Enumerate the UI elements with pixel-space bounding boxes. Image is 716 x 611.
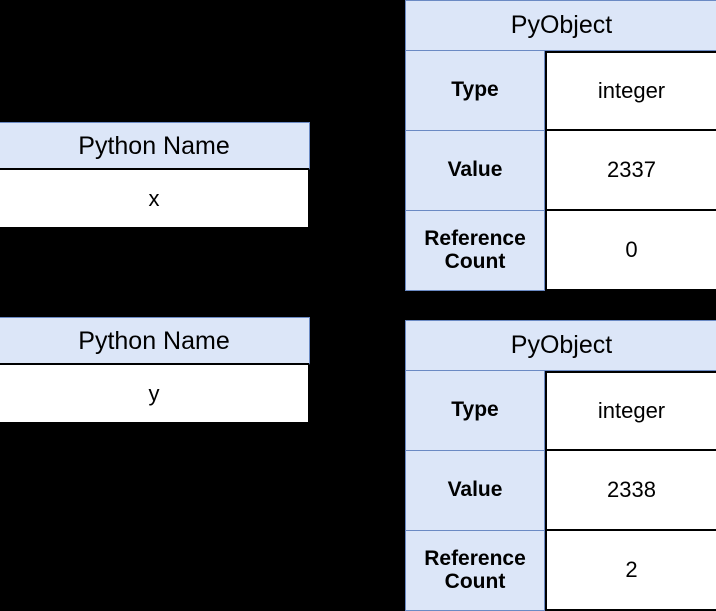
- pyobject-field-label-type: Type: [405, 371, 545, 451]
- pyobject-row-type: Type integer: [405, 51, 716, 131]
- pyobject-field-label-reference-count: Reference Count: [405, 211, 545, 291]
- pyobject-field-label-type: Type: [405, 51, 545, 131]
- pyobject-row-type: Type integer: [405, 371, 716, 451]
- pyobject-table-2338: PyObject Type integer Value 2338 Referen…: [405, 320, 716, 611]
- python-name-value: x: [0, 170, 310, 229]
- python-name-header: Python Name: [0, 122, 310, 170]
- pyobject-title: PyObject: [405, 320, 716, 371]
- pyobject-field-value-type: integer: [545, 51, 716, 131]
- pyobject-field-label-reference-count: Reference Count: [405, 531, 545, 611]
- python-name-box-x: Python Name x: [0, 122, 310, 229]
- pyobject-title: PyObject: [405, 0, 716, 51]
- pyobject-field-value-value: 2338: [545, 451, 716, 531]
- pyobject-row-reference-count: Reference Count 2: [405, 531, 716, 611]
- pyobject-field-value-reference-count: 0: [545, 211, 716, 291]
- pyobject-row-value: Value 2338: [405, 451, 716, 531]
- pyobject-field-label-value: Value: [405, 131, 545, 211]
- python-name-header: Python Name: [0, 317, 310, 365]
- pyobject-field-value-reference-count: 2: [545, 531, 716, 611]
- pyobject-field-label-value: Value: [405, 451, 545, 531]
- pyobject-field-value-type: integer: [545, 371, 716, 451]
- pyobject-row-reference-count: Reference Count 0: [405, 211, 716, 291]
- pyobject-row-value: Value 2337: [405, 131, 716, 211]
- python-name-box-y: Python Name y: [0, 317, 310, 424]
- pyobject-table-2337: PyObject Type integer Value 2337 Referen…: [405, 0, 716, 291]
- python-name-value: y: [0, 365, 310, 424]
- diagram-canvas: { "colors": { "background": "#000000", "…: [0, 0, 716, 611]
- pyobject-field-value-value: 2337: [545, 131, 716, 211]
